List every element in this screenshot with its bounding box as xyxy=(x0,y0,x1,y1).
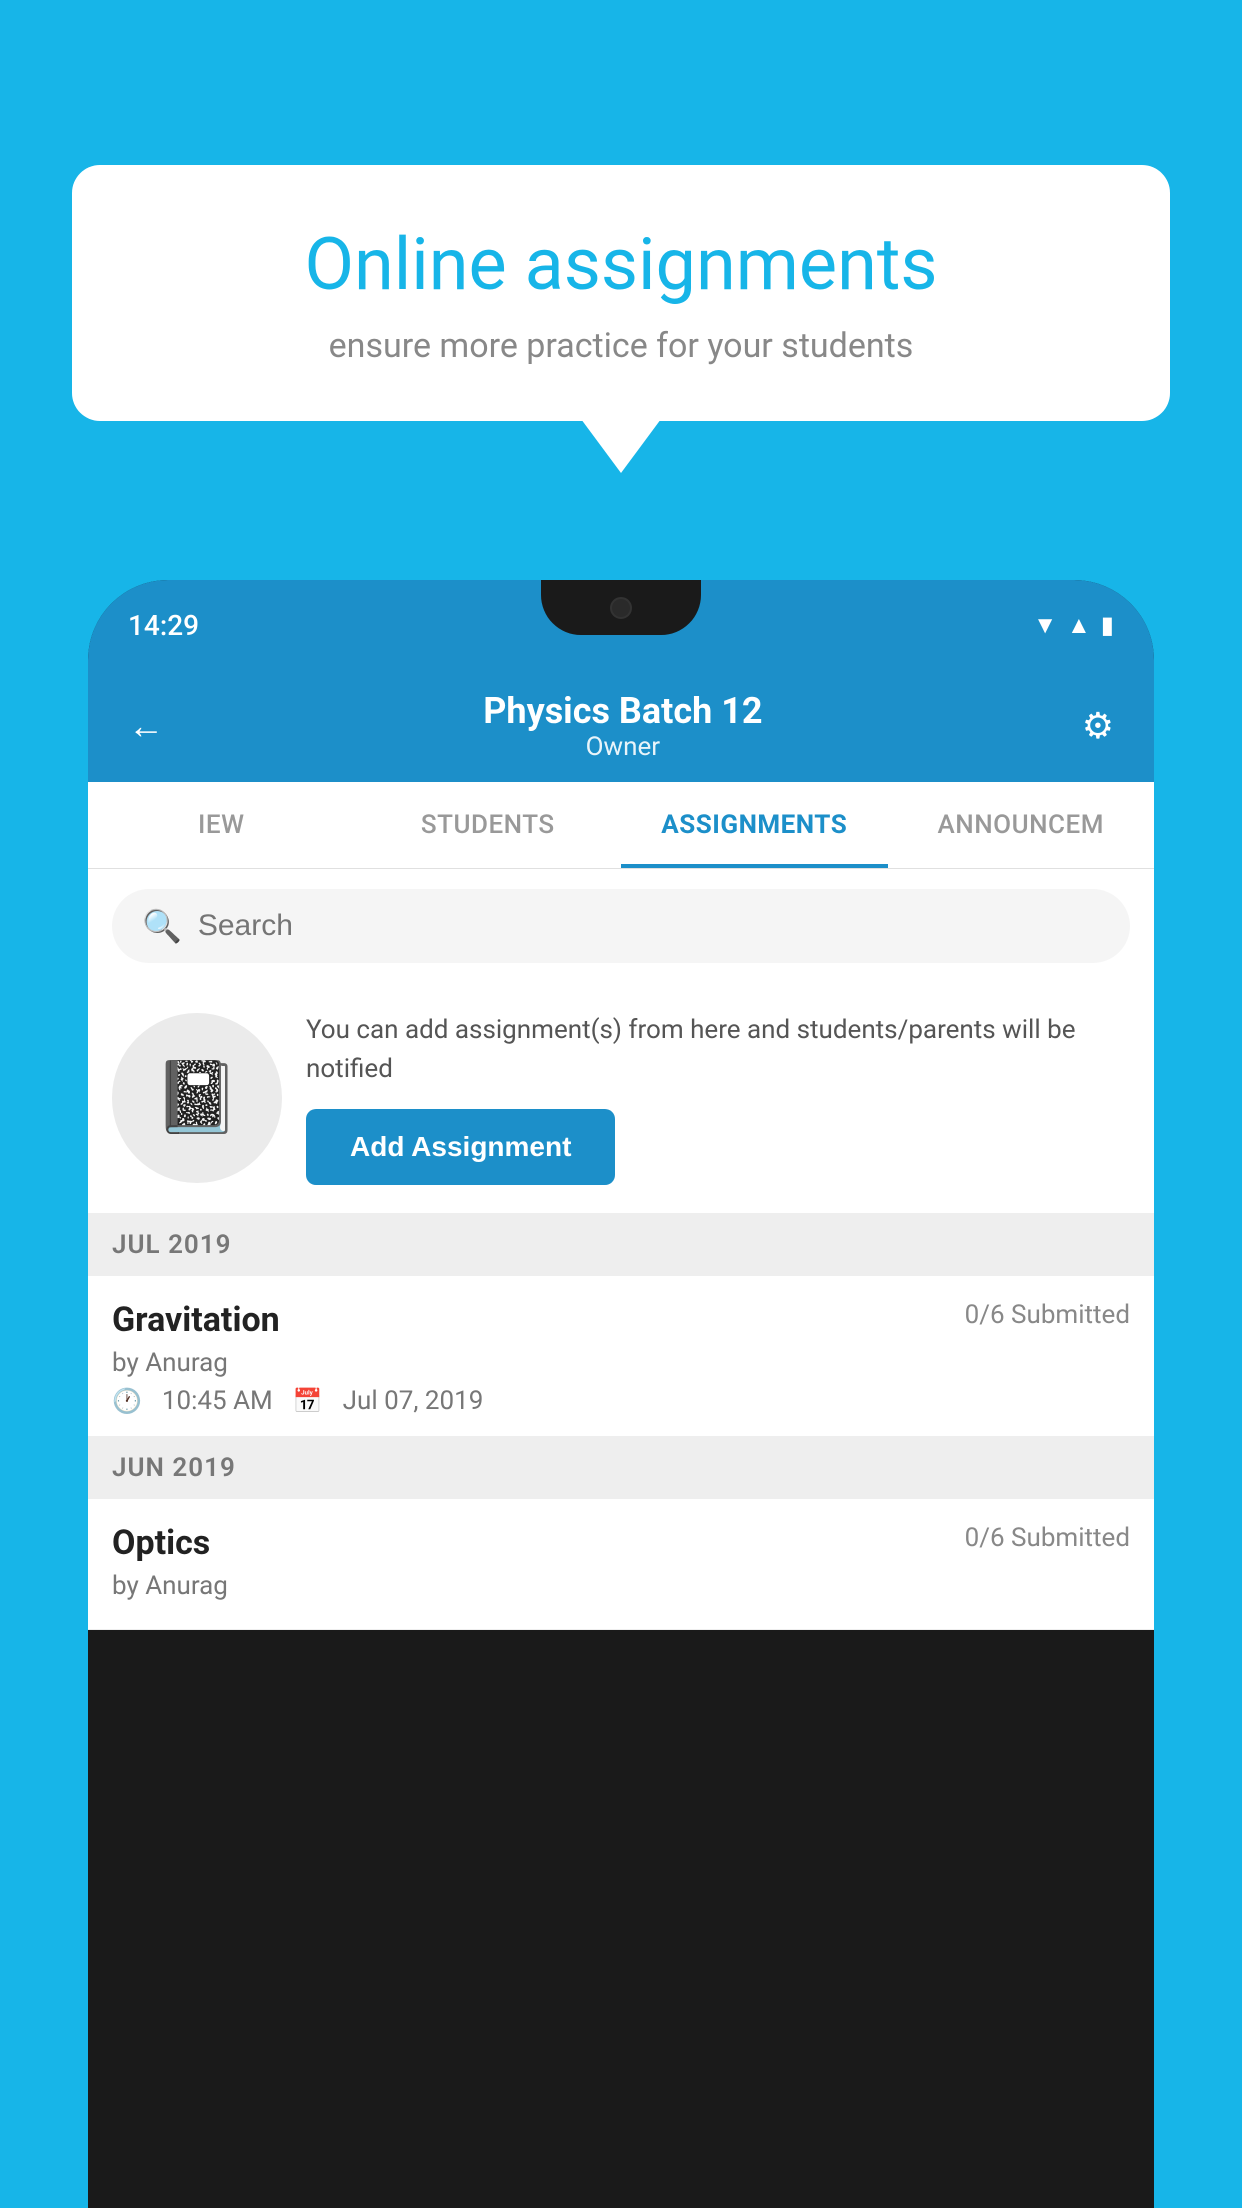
search-bar[interactable]: 🔍 xyxy=(112,889,1130,963)
assignment-date-gravitation: Jul 07, 2019 xyxy=(343,1386,484,1416)
status-time: 14:29 xyxy=(128,609,199,642)
assignment-name-optics: Optics xyxy=(112,1523,210,1563)
add-assignment-section: 📓 You can add assignment(s) from here an… xyxy=(88,983,1154,1214)
calendar-icon: 📅 xyxy=(293,1387,323,1415)
bubble-subtitle: ensure more practice for your students xyxy=(142,326,1100,366)
assignment-submitted-optics: 0/6 Submitted xyxy=(965,1523,1130,1553)
assignment-item-optics[interactable]: Optics 0/6 Submitted by Anurag xyxy=(88,1499,1154,1630)
header-title: Physics Batch 12 xyxy=(483,690,762,732)
signal-icon: ▲ xyxy=(1067,611,1091,640)
notebook-icon: 📓 xyxy=(153,1057,240,1139)
screen-content: 🔍 📓 You can add assignment(s) from here … xyxy=(88,869,1154,1630)
bubble-title: Online assignments xyxy=(142,225,1100,304)
status-bar: 14:29 ▼ ▲ ▮ xyxy=(88,580,1154,670)
assignment-right: You can add assignment(s) from here and … xyxy=(306,1011,1130,1185)
assignment-by-optics: by Anurag xyxy=(112,1571,1130,1601)
section-header-jul: JUL 2019 xyxy=(88,1214,1154,1276)
speech-bubble: Online assignments ensure more practice … xyxy=(72,165,1170,421)
wifi-icon: ▼ xyxy=(1033,611,1057,640)
search-icon: 🔍 xyxy=(142,907,182,945)
header-center: Physics Batch 12 Owner xyxy=(483,690,762,762)
assignment-item-row: Gravitation 0/6 Submitted xyxy=(112,1300,1130,1340)
search-input[interactable] xyxy=(198,909,1100,943)
assignment-item-gravitation[interactable]: Gravitation 0/6 Submitted by Anurag 🕐 10… xyxy=(88,1276,1154,1437)
tab-assignments[interactable]: ASSIGNMENTS xyxy=(621,782,888,868)
settings-button[interactable]: ⚙ xyxy=(1082,705,1114,747)
assignment-icon-circle: 📓 xyxy=(112,1013,282,1183)
battery-icon: ▮ xyxy=(1101,611,1114,639)
add-assignment-button[interactable]: Add Assignment xyxy=(306,1109,615,1185)
assignment-item-row-optics: Optics 0/6 Submitted xyxy=(112,1523,1130,1563)
assignment-time-gravitation: 10:45 AM xyxy=(162,1386,273,1416)
camera-dot xyxy=(610,597,632,619)
assignment-description: You can add assignment(s) from here and … xyxy=(306,1011,1130,1089)
section-header-jun: JUN 2019 xyxy=(88,1437,1154,1499)
phone-frame: 14:29 ▼ ▲ ▮ ← Physics Batch 12 Owner ⚙ I… xyxy=(88,580,1154,2208)
header-subtitle: Owner xyxy=(483,732,762,762)
notch xyxy=(541,580,701,635)
assignment-by-gravitation: by Anurag xyxy=(112,1348,1130,1378)
tab-announcements[interactable]: ANNOUNCEM xyxy=(888,782,1155,868)
tab-students[interactable]: STUDENTS xyxy=(355,782,622,868)
tab-iew[interactable]: IEW xyxy=(88,782,355,868)
assignment-name-gravitation: Gravitation xyxy=(112,1300,280,1340)
assignment-time-row-gravitation: 🕐 10:45 AM 📅 Jul 07, 2019 xyxy=(112,1386,1130,1416)
app-header: ← Physics Batch 12 Owner ⚙ xyxy=(88,670,1154,782)
back-button[interactable]: ← xyxy=(128,705,164,747)
assignment-submitted-gravitation: 0/6 Submitted xyxy=(965,1300,1130,1330)
tabs-bar: IEW STUDENTS ASSIGNMENTS ANNOUNCEM xyxy=(88,782,1154,869)
status-icons: ▼ ▲ ▮ xyxy=(1033,611,1114,640)
clock-icon: 🕐 xyxy=(112,1387,142,1415)
